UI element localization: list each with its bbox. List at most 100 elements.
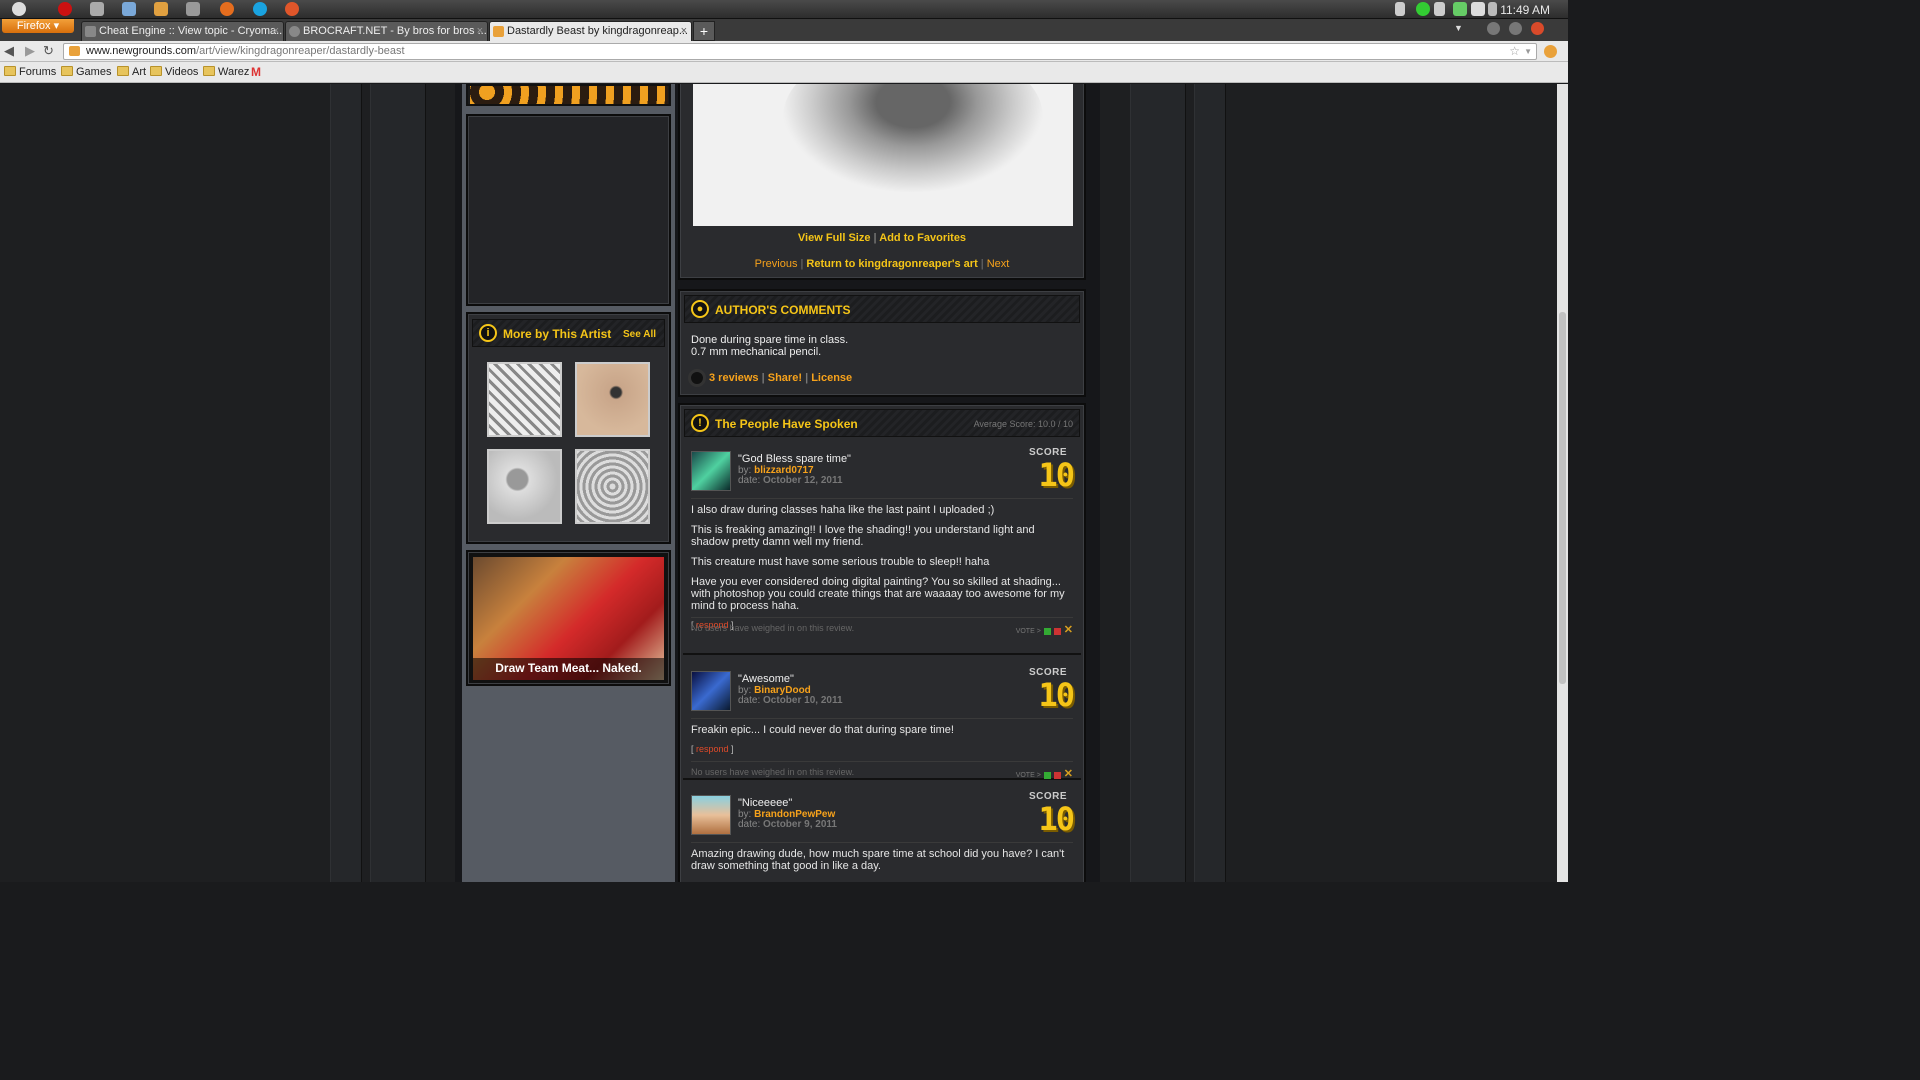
network-icon[interactable] [1395, 2, 1405, 16]
review-score: 10 [1038, 800, 1075, 838]
review-date-line: date: October 9, 2011 [738, 819, 837, 830]
respond-link[interactable]: [ respond ] [691, 744, 1073, 754]
vote-up-icon[interactable] [1043, 627, 1051, 635]
return-to-art-link[interactable]: Return to kingdragonreaper's art [806, 258, 977, 270]
artwork-thumbnail[interactable] [487, 362, 562, 437]
skype-icon[interactable] [253, 2, 267, 16]
review-date-line: date: October 12, 2011 [738, 475, 843, 486]
avatar[interactable] [691, 451, 731, 491]
license-link[interactable]: License [811, 372, 852, 384]
site-identity-icon[interactable] [69, 46, 80, 56]
tab-cheat-engine[interactable]: Cheat Engine :: View topic - Cryoma... × [81, 21, 284, 41]
ubuntu-logo-icon[interactable] [12, 2, 26, 16]
review-paragraph: I also draw during classes haha like the… [691, 504, 995, 516]
close-window-icon[interactable] [1531, 22, 1544, 35]
vote-abuse-icon[interactable]: ✕ [1064, 624, 1073, 636]
dropdown-icon[interactable]: ▼ [1524, 44, 1532, 59]
review-paragraph: Have you ever considered doing digital p… [691, 576, 1065, 612]
maximize-icon[interactable] [1509, 22, 1522, 35]
see-all-link[interactable]: See All [623, 329, 656, 340]
review-paragraph: Amazing drawing dude, how much spare tim… [691, 848, 1065, 872]
monitor-icon[interactable] [1453, 2, 1467, 16]
artwork-thumbnail[interactable] [487, 449, 562, 524]
scrollbar-thumb[interactable] [1559, 312, 1566, 684]
vote-abuse-icon[interactable]: ✕ [1064, 768, 1073, 780]
firefox-menu-label: Firefox [16, 20, 51, 32]
review-date: October 12, 2011 [763, 475, 843, 486]
review-item: "Niceeeee" by: BrandonPewPew date: Octob… [683, 786, 1081, 882]
artwork-thumbnail[interactable] [575, 449, 650, 524]
gmail-icon[interactable]: M [251, 65, 261, 79]
reviews-link[interactable]: 3 reviews [709, 372, 759, 384]
vote-down-icon[interactable] [1053, 771, 1061, 779]
review-item: "God Bless spare time" by: blizzard0717 … [683, 442, 1081, 655]
bookmark-star-icon[interactable]: ☆ [1509, 44, 1520, 59]
review-paragraph: This creature must have some serious tro… [691, 556, 990, 568]
firefox-icon[interactable] [220, 2, 234, 16]
bookmark-games[interactable]: Games [61, 65, 111, 79]
add-to-favorites-link[interactable]: Add to Favorites [879, 232, 966, 244]
tab-brocraft[interactable]: BROCRAFT.NET - By bros for bros ... × [285, 21, 488, 41]
faces-banner[interactable] [466, 84, 671, 106]
opera-icon[interactable] [58, 2, 72, 16]
authors-comments-header: ● AUTHOR'S COMMENTS [684, 295, 1080, 323]
terminal-icon[interactable] [90, 2, 104, 16]
forward-icon[interactable]: ▶ [25, 44, 35, 58]
review-title: "Niceeeee" [738, 797, 793, 809]
reload-icon[interactable]: ↻ [43, 44, 54, 58]
date-label: date: [738, 819, 761, 830]
tab-dastardly-beast[interactable]: Dastardly Beast by kingdragonreap... × [489, 21, 692, 41]
avatar[interactable] [691, 795, 731, 835]
minimize-icon[interactable] [1487, 22, 1500, 35]
close-icon[interactable]: × [477, 22, 483, 41]
web-page: i More by This Artist See All Draw Team … [0, 84, 1557, 882]
weigh-in-text: No users have weighed in on this review. [691, 767, 855, 777]
folder-icon[interactable] [154, 2, 168, 16]
next-link[interactable]: Next [987, 258, 1010, 270]
previous-link[interactable]: Previous [755, 258, 798, 270]
comment-icon: ● [691, 300, 709, 318]
artwork-panel: View Full Size | Add to Favorites Previo… [678, 84, 1086, 280]
addon-icon[interactable] [1544, 45, 1557, 58]
back-icon[interactable]: ◀ [4, 44, 14, 58]
team-meat-ad-panel[interactable]: Draw Team Meat... Naked. [466, 550, 671, 686]
reviews-title: The People Have Spoken [715, 417, 858, 431]
bookmark-art[interactable]: Art [117, 65, 146, 79]
browser-icon[interactable] [122, 2, 136, 16]
artwork-image[interactable] [693, 84, 1073, 226]
folder-icon [203, 66, 215, 76]
update-icon[interactable] [1416, 2, 1430, 16]
bookmark-label: Videos [165, 66, 199, 78]
vote-down-icon[interactable] [1053, 627, 1061, 635]
mail-icon[interactable] [1471, 2, 1485, 16]
firefox-menu-button[interactable]: Firefox ▾ [2, 19, 74, 33]
bookmark-warez[interactable]: Warez [203, 65, 249, 79]
close-icon[interactable]: × [273, 22, 279, 41]
review-body: I also draw during classes haha like the… [691, 504, 1073, 630]
wifi-icon[interactable] [1434, 2, 1445, 16]
tab-bar: Firefox ▾ Cheat Engine :: View topic - C… [0, 19, 1568, 41]
bookmark-videos[interactable]: Videos [150, 65, 198, 79]
artwork-thumbnail[interactable] [575, 362, 650, 437]
avatar[interactable] [691, 671, 731, 711]
vote-up-icon[interactable] [1043, 771, 1051, 779]
app-icon[interactable] [285, 2, 299, 16]
steam-icon[interactable] [186, 2, 200, 16]
share-link[interactable]: Share! [768, 372, 802, 384]
close-icon[interactable]: × [681, 22, 687, 41]
gear-icon [85, 26, 96, 37]
review-score: 10 [1038, 676, 1075, 714]
clock[interactable]: 11:49 AM [1500, 3, 1550, 17]
review-paragraph: Freakin epic... I could never do that du… [691, 724, 954, 736]
bookmark-label: Art [132, 66, 147, 78]
author-links: 3 reviews | Share! | License [709, 372, 853, 384]
url-bar[interactable]: www.newgrounds.com/art/view/kingdragonre… [63, 43, 1537, 60]
authors-comments-panel: ● AUTHOR'S COMMENTS Done during spare ti… [678, 289, 1086, 397]
tab-title: Cheat Engine :: View topic - Cryoma... [99, 25, 284, 37]
view-full-size-link[interactable]: View Full Size [798, 232, 871, 244]
bookmark-forums[interactable]: Forums [4, 65, 56, 79]
bg-stripe [370, 84, 426, 882]
tab-list-icon[interactable]: ▼ [1454, 23, 1463, 33]
volume-icon[interactable] [1488, 2, 1497, 16]
new-tab-button[interactable]: + [693, 21, 715, 41]
